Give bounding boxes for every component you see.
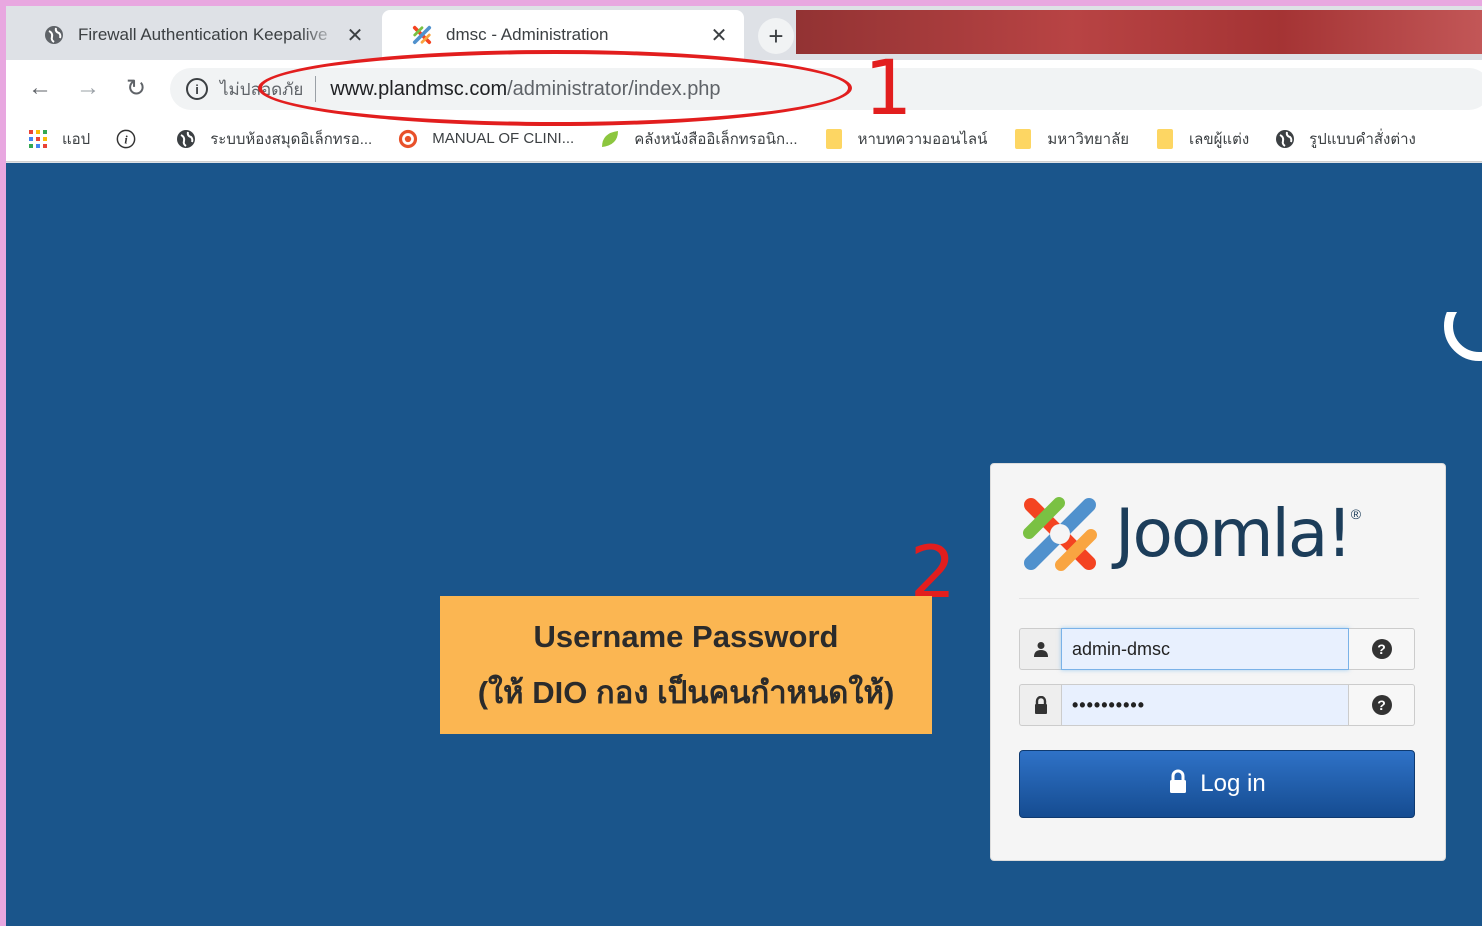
close-tab-icon[interactable]: ✕ [704, 23, 734, 48]
globe-icon [176, 129, 196, 149]
bookmark-label: เลขผู้แต่ง [1189, 130, 1250, 148]
username-field: admin-dmsc ? [1019, 628, 1415, 670]
info-circle-icon: i [116, 129, 136, 149]
login-card: Joomla! ® admin-dmsc ? •••••••••• ? Log … [990, 463, 1446, 861]
joomla-icon [412, 25, 432, 45]
login-button[interactable]: Log in [1019, 750, 1415, 818]
note-line-2: (ให้ DIO กอง เป็นคนกำหนดให้) [477, 675, 895, 710]
close-tab-icon[interactable]: ✕ [340, 23, 370, 48]
password-input[interactable]: •••••••••• [1061, 684, 1349, 726]
question-icon: ? [1371, 639, 1392, 659]
globe-icon [44, 25, 64, 45]
joomla-watermark [1444, 312, 1482, 361]
tab-title: Firewall Authentication Keepalive [78, 25, 328, 44]
browser-window: Firewall Authentication Keepalive ✕ dmsc… [6, 6, 1482, 926]
note-line-1: Username Password [533, 619, 839, 654]
bookmark-label: มหาวิทยาลัย [1047, 130, 1130, 148]
new-tab-button[interactable]: + [758, 18, 794, 54]
username-help-button[interactable]: ? [1349, 628, 1415, 670]
leaf-icon [600, 129, 620, 149]
password-field: •••••••••• ? [1019, 684, 1415, 726]
bookmark-info[interactable]: i [116, 129, 150, 149]
lock-icon [1168, 769, 1188, 800]
globe-icon [1275, 129, 1295, 149]
lock-icon [1019, 684, 1061, 726]
bookmark-manual[interactable]: MANUAL OF CLINI... [398, 129, 574, 149]
reload-icon[interactable]: ↻ [120, 72, 152, 104]
info-icon[interactable]: i [186, 78, 208, 100]
bookmark-folder-university[interactable]: มหาวิทยาลัย [1013, 127, 1129, 151]
bookmark-command-formats[interactable]: รูปแบบคำสั่งต่าง [1275, 127, 1416, 151]
tab-firewall[interactable]: Firewall Authentication Keepalive ✕ [14, 10, 380, 60]
target-icon [398, 129, 418, 149]
bookmark-label: MANUAL OF CLINI... [432, 130, 575, 147]
url-highlight-ellipse [258, 50, 852, 126]
question-icon: ? [1371, 695, 1392, 715]
username-input[interactable]: admin-dmsc [1061, 628, 1349, 670]
tab-strip: Firewall Authentication Keepalive ✕ dmsc… [6, 6, 1482, 60]
bookmark-label: แอป [62, 130, 91, 148]
folder-icon [824, 128, 844, 149]
back-arrow-icon[interactable]: ← [24, 72, 56, 104]
bookmark-label: รูปแบบคำสั่งต่าง [1309, 130, 1416, 148]
folder-icon [1013, 128, 1033, 149]
bookmark-label: คลังหนังสืออิเล็กทรอนิก... [634, 130, 798, 148]
annotation-step-1: 1 [864, 43, 913, 132]
annotation-note-box: Username Password (ให้ DIO กอง เป็นคนกำห… [440, 596, 932, 734]
folder-icon [1155, 128, 1175, 149]
user-icon [1019, 628, 1061, 670]
admin-login-page: Joomla! ® admin-dmsc ? •••••••••• ? Log … [6, 163, 1482, 926]
bookmark-library[interactable]: ระบบห้องสมุดอิเล็กทรอ... [176, 127, 372, 151]
card-divider [1019, 598, 1419, 599]
forward-arrow-icon[interactable]: → [72, 72, 104, 104]
joomla-icon [1023, 497, 1097, 571]
bookmark-folder-author[interactable]: เลขผู้แต่ง [1155, 127, 1249, 151]
joomla-logo: Joomla! ® [1019, 492, 1419, 576]
password-help-button[interactable]: ? [1349, 684, 1415, 726]
bookmark-ebook-store[interactable]: คลังหนังสืออิเล็กทรอนิก... [600, 127, 798, 151]
bookmarks-bar: แอป i ระบบห้องสมุดอิเล็กทรอ... MANUAL OF… [6, 116, 1482, 162]
tab-title: dmsc - Administration [446, 25, 609, 44]
registered-mark: ® [1350, 506, 1362, 522]
bookmark-label: ระบบห้องสมุดอิเล็กทรอ... [210, 130, 373, 148]
apps-grid-icon [28, 129, 48, 149]
svg-text:i: i [125, 132, 129, 146]
bookmark-apps[interactable]: แอป [28, 127, 90, 151]
login-button-label: Log in [1200, 770, 1266, 797]
joomla-wordmark: Joomla! [1115, 495, 1353, 572]
